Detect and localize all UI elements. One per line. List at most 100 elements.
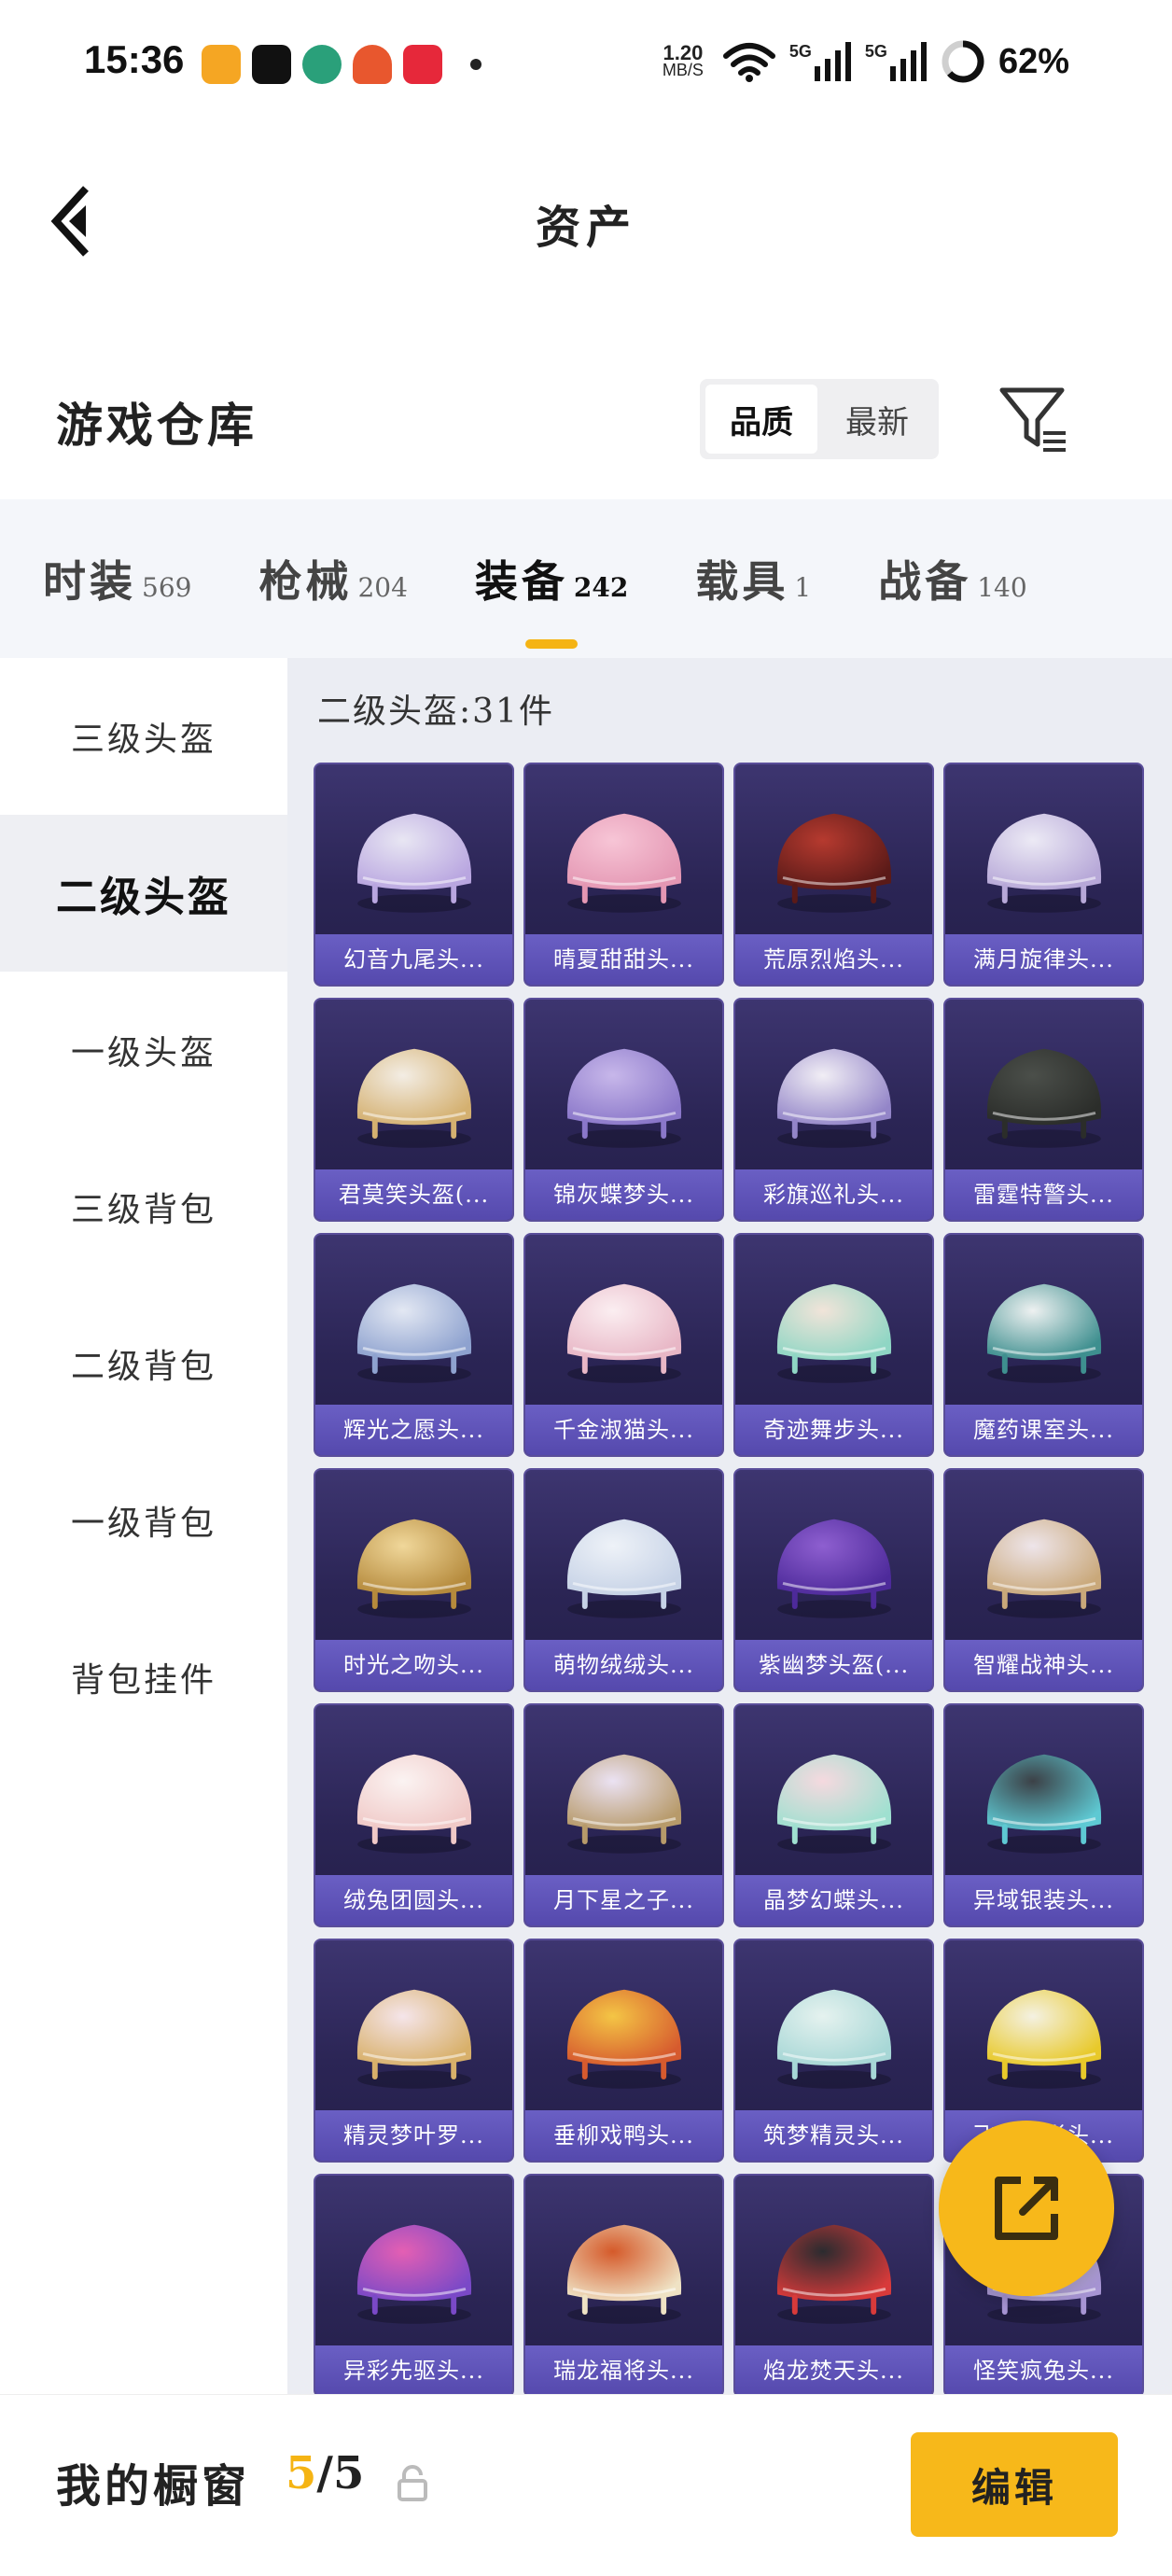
- helmet-item-card[interactable]: 晴夏甜甜头...: [523, 763, 724, 987]
- helmet-icon: [356, 2224, 472, 2324]
- tab-label: 枪械: [258, 556, 353, 607]
- game-app-icon: [353, 45, 392, 84]
- sidebar-item-level3-helmet[interactable]: 三级头盔: [0, 658, 287, 815]
- helmet-item-card[interactable]: 彩旗巡礼头...: [733, 998, 934, 1222]
- helmet-icon: [566, 1519, 682, 1618]
- showcase-count-current: 5: [286, 2447, 317, 2499]
- helmet-item-card[interactable]: 荒原烈焰头...: [733, 763, 934, 987]
- item-name: 萌物绒绒头...: [553, 1652, 694, 1678]
- showcase-bar: 我的橱窗 5/5 编辑: [0, 2394, 1172, 2576]
- helmet-item-card[interactable]: 晶梦幻蝶头...: [733, 1703, 934, 1927]
- sidebar-item-level2-helmet[interactable]: 二级头盔: [0, 815, 287, 972]
- helmet-icon: [986, 1283, 1102, 1383]
- helmet-icon: [356, 1519, 472, 1618]
- item-name: 绒兔团圆头...: [343, 1887, 484, 1913]
- helmet-item-card[interactable]: 紫幽梦头盔(...: [733, 1468, 934, 1692]
- helmet-item-card[interactable]: 锦灰蝶梦头...: [523, 998, 724, 1222]
- sidebar-item-level2-backpack[interactable]: 二级背包: [0, 1285, 287, 1442]
- item-name: 精灵梦叶罗...: [343, 2122, 484, 2149]
- wifi-icon: [722, 43, 775, 82]
- helmet-item-card[interactable]: 萌物绒绒头...: [523, 1468, 724, 1692]
- lock-icon: [398, 2465, 427, 2501]
- signal-5g-a-label: 5G: [788, 42, 812, 61]
- helmet-icon: [776, 1989, 892, 2089]
- item-name: 筑梦精灵头...: [763, 2122, 904, 2149]
- item-name: 月下星之子...: [553, 1887, 694, 1913]
- helmet-icon: [566, 1283, 682, 1383]
- helmet-item-card[interactable]: 智耀战神头...: [943, 1468, 1144, 1692]
- helmet-icon: [356, 1048, 472, 1148]
- tab-equipment[interactable]: 装备 242: [474, 548, 628, 649]
- helmet-item-card[interactable]: 魔药课室头...: [943, 1233, 1144, 1457]
- helmet-item-card[interactable]: 异彩先驱头...: [314, 2174, 514, 2398]
- helmet-icon: [566, 2224, 682, 2324]
- helmet-icon: [986, 1989, 1102, 2089]
- status-time: 15:36: [84, 37, 185, 81]
- helmet-item-card[interactable]: 瑞龙福将头...: [523, 2174, 724, 2398]
- item-name: 焰龙焚天头...: [763, 2358, 904, 2384]
- item-name: 瑞龙福将头...: [553, 2358, 694, 2384]
- share-icon: [995, 2177, 1058, 2240]
- signal-5g-a: 5G: [789, 42, 852, 81]
- sidebar-item-level3-backpack[interactable]: 三级背包: [0, 1128, 287, 1285]
- tab-label: 装备: [474, 556, 568, 607]
- sidebar-item-level1-helmet[interactable]: 一级头盔: [0, 972, 287, 1128]
- helmet-icon: [776, 813, 892, 913]
- tab-label: 时装: [43, 556, 136, 607]
- helmet-item-card[interactable]: 千金淑猫头...: [523, 1233, 724, 1457]
- helmet-item-card[interactable]: 幻音九尾头...: [314, 763, 514, 987]
- helmet-item-card[interactable]: 异域银装头...: [943, 1703, 1144, 1927]
- tab-vehicles[interactable]: 载具 1: [695, 548, 811, 609]
- tab-supplies[interactable]: 战备 140: [878, 548, 1026, 609]
- sidebar-item-level1-backpack[interactable]: 一级背包: [0, 1442, 287, 1599]
- tab-weapons[interactable]: 枪械 204: [258, 548, 407, 609]
- helmet-icon: [776, 1519, 892, 1618]
- item-name: 怪笑疯兔头...: [973, 2358, 1114, 2384]
- tab-count: 1: [794, 572, 812, 603]
- warehouse-header: 游戏仓库 品质 最新: [0, 355, 1172, 485]
- helmet-item-card[interactable]: 筑梦精灵头...: [733, 1939, 934, 2163]
- sort-newest-button[interactable]: 最新: [821, 385, 933, 454]
- sidebar-item-backpack-charm[interactable]: 背包挂件: [0, 1599, 287, 1756]
- item-name: 辉光之愿头...: [343, 1417, 484, 1443]
- active-tab-indicator: [525, 639, 579, 649]
- share-button[interactable]: [939, 2121, 1114, 2296]
- helmet-item-card[interactable]: 月下星之子...: [523, 1703, 724, 1927]
- item-name: 垂柳戏鸭头...: [553, 2122, 694, 2149]
- helmet-item-card[interactable]: 君莫笑头盔(...: [314, 998, 514, 1222]
- dewu-app-icon: [252, 45, 291, 84]
- filter-icon[interactable]: [997, 383, 1071, 457]
- helmet-item-card[interactable]: 精灵梦叶罗...: [314, 1939, 514, 2163]
- item-name: 雷霆特警头...: [973, 1182, 1114, 1208]
- tab-fashion[interactable]: 时装 569: [43, 548, 191, 609]
- tab-count: 204: [357, 572, 408, 603]
- helmet-item-card[interactable]: 辉光之愿头...: [314, 1233, 514, 1457]
- network-speed-value: 1.20: [663, 41, 704, 64]
- item-name: 智耀战神头...: [973, 1652, 1114, 1678]
- tab-label: 载具: [695, 556, 789, 607]
- helmet-item-card[interactable]: 垂柳戏鸭头...: [523, 1939, 724, 2163]
- helmet-icon: [356, 1754, 472, 1854]
- app-header: 资产: [0, 131, 1172, 308]
- helmet-item-card[interactable]: 时光之吻头...: [314, 1468, 514, 1692]
- item-name: 君莫笑头盔(...: [338, 1182, 490, 1208]
- warehouse-title: 游戏仓库: [56, 398, 258, 453]
- helmet-item-card[interactable]: 满月旋律头...: [943, 763, 1144, 987]
- helmet-icon: [986, 1519, 1102, 1618]
- sort-quality-button[interactable]: 品质: [705, 385, 817, 454]
- item-name: 晴夏甜甜头...: [553, 946, 694, 973]
- helmet-item-card[interactable]: 绒兔团圆头...: [314, 1703, 514, 1927]
- helmet-icon: [986, 1048, 1102, 1148]
- item-name: 奇迹舞步头...: [763, 1417, 904, 1443]
- subcategory-sidebar: 三级头盔 二级头盔 一级头盔 三级背包 二级背包 一级背包 背包挂件: [0, 658, 287, 2394]
- edit-button[interactable]: 编辑: [911, 2432, 1118, 2537]
- helmet-icon: [986, 1754, 1102, 1854]
- more-notifications-dot-icon: [470, 59, 481, 70]
- item-name: 千金淑猫头...: [553, 1417, 694, 1443]
- helmet-icon: [566, 1048, 682, 1148]
- network-speed: 1.20 MB/S: [657, 41, 709, 79]
- helmet-item-card[interactable]: 雷霆特警头...: [943, 998, 1144, 1222]
- sort-toggle: 品质 最新: [700, 379, 939, 459]
- helmet-item-card[interactable]: 奇迹舞步头...: [733, 1233, 934, 1457]
- helmet-item-card[interactable]: 焰龙焚天头...: [733, 2174, 934, 2398]
